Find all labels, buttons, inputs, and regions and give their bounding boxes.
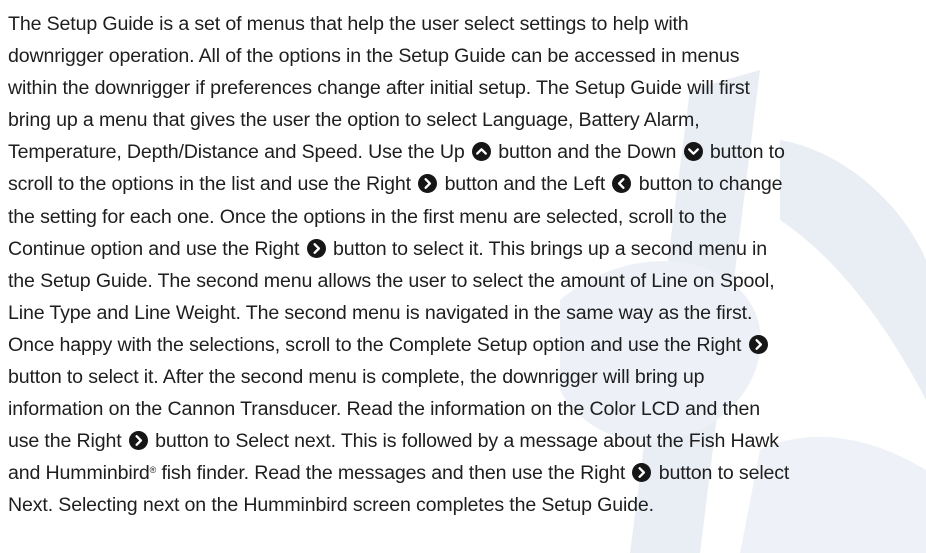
text-line: Next. Selecting next on the Humminbird s… <box>8 494 654 517</box>
text-segment: button to change <box>638 173 783 196</box>
text-line: button to select it. After the second me… <box>8 366 705 389</box>
right-arrow-button-icon <box>748 334 768 354</box>
text-segment: button to Select next. This is followed … <box>155 430 779 453</box>
text-segment: button and the Down <box>498 141 677 164</box>
text-line: use the Right button to Select next. Thi… <box>8 425 922 457</box>
text-line: The Setup Guide is a set of menus that h… <box>8 13 689 35</box>
text-line: Line Type and Line Weight. The second me… <box>8 301 753 324</box>
text-segment: Continue option and use the Right <box>8 237 300 260</box>
text-segment: button and the Left <box>444 173 606 196</box>
text-line: within the downrigger if preferences cha… <box>8 77 750 100</box>
text-segment: button to select <box>658 462 790 485</box>
text-segment: button to <box>709 141 785 164</box>
text-segment: button to select it. This brings up a se… <box>332 237 767 260</box>
text-line: the setting for each one. Once the optio… <box>8 205 727 228</box>
text-line: Temperature, Depth/Distance and Speed. U… <box>8 136 922 168</box>
text-line: bring up a menu that gives the user the … <box>8 109 700 132</box>
text-segment: Temperature, Depth/Distance and Speed. U… <box>8 141 465 164</box>
text-segment: scroll to the options in the list and us… <box>8 173 411 196</box>
text-segment: fish finder. Read the messages and then … <box>161 462 626 485</box>
text-segment: and Humminbird <box>8 462 150 485</box>
text-segment: use the Right <box>8 430 122 453</box>
right-arrow-button-icon <box>128 431 148 451</box>
text-line: and Humminbird® fish finder. Read the me… <box>8 457 922 489</box>
setup-guide-paragraph: The Setup Guide is a set of menus that h… <box>8 8 922 522</box>
right-arrow-button-icon <box>418 174 438 194</box>
text-line: the Setup Guide. The second menu allows … <box>8 269 775 292</box>
text-line: downrigger operation. All of the options… <box>8 45 740 68</box>
text-line: Once happy with the selections, scroll t… <box>8 329 922 361</box>
right-arrow-button-icon <box>306 238 326 258</box>
text-line: scroll to the options in the list and us… <box>8 168 922 200</box>
text-line: information on the Cannon Transducer. Re… <box>8 398 761 421</box>
right-arrow-button-icon <box>632 463 652 483</box>
down-arrow-button-icon <box>683 142 703 162</box>
left-arrow-button-icon <box>612 174 632 194</box>
registered-mark: ® <box>149 465 157 476</box>
up-arrow-button-icon <box>471 142 491 162</box>
text-line: Continue option and use the Right button… <box>8 233 922 265</box>
text-segment: Once happy with the selections, scroll t… <box>8 333 742 356</box>
